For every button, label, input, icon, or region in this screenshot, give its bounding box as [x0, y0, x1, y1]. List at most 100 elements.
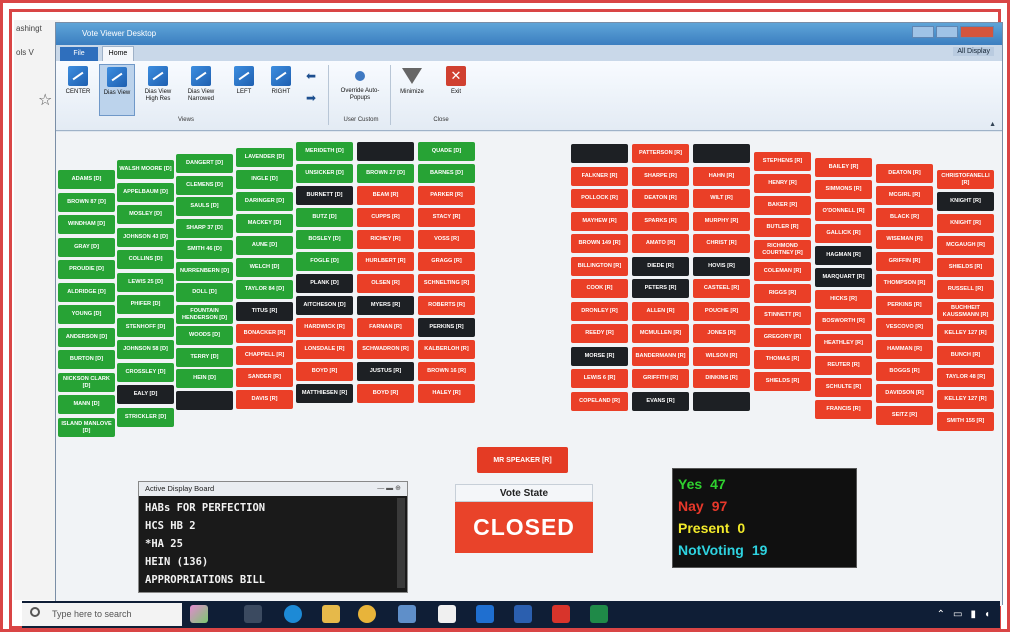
- seat[interactable]: PERKINS [R]: [418, 318, 475, 337]
- seat[interactable]: MARQUART [R]: [815, 268, 872, 287]
- seat[interactable]: VESCOVO [R]: [876, 318, 933, 337]
- seat[interactable]: OLSEN [R]: [357, 274, 414, 293]
- seat[interactable]: GREGORY [R]: [754, 328, 811, 347]
- seat[interactable]: HICKS [R]: [815, 290, 872, 309]
- close-window-button[interactable]: [960, 26, 994, 38]
- seat[interactable]: UNSICKER [D]: [296, 164, 353, 183]
- seat[interactable]: FRANCIS [R]: [815, 400, 872, 419]
- seat[interactable]: HOVIS [R]: [693, 257, 750, 276]
- seat[interactable]: REUTER [R]: [815, 356, 872, 375]
- seat[interactable]: SHARP 37 [D]: [176, 219, 233, 238]
- seat[interactable]: SHARPE [R]: [632, 167, 689, 186]
- seat[interactable]: FALKNER [R]: [571, 167, 628, 186]
- seat[interactable]: BOSLEY [D]: [296, 230, 353, 249]
- seat[interactable]: PATTERSON [R]: [632, 144, 689, 163]
- seat[interactable]: STACY [R]: [418, 208, 475, 227]
- seat[interactable]: SCHWADRON [R]: [357, 340, 414, 359]
- file-explorer-icon[interactable]: [322, 605, 340, 623]
- seat[interactable]: SHIELDS [R]: [937, 258, 994, 277]
- seat[interactable]: GRIFFITH [R]: [632, 369, 689, 388]
- seat[interactable]: ALLEN [R]: [632, 302, 689, 321]
- seat[interactable]: PARKER [R]: [418, 186, 475, 205]
- seat[interactable]: HEATHLEY [R]: [815, 334, 872, 353]
- notepad-icon[interactable]: [438, 605, 456, 623]
- seat[interactable]: DEATON [R]: [876, 164, 933, 183]
- seat[interactable]: GALLICK [R]: [815, 224, 872, 243]
- seat[interactable]: BUTZ [D]: [296, 208, 353, 227]
- seat[interactable]: COLLINS [D]: [117, 250, 174, 269]
- seat[interactable]: BURTON [D]: [58, 350, 115, 369]
- network-icon[interactable]: ▭: [953, 609, 962, 620]
- seat[interactable]: DAVIDSON [R]: [876, 384, 933, 403]
- seat[interactable]: STINNETT [R]: [754, 306, 811, 325]
- seat[interactable]: SMITH 155 [R]: [937, 412, 994, 431]
- chevron-up-icon[interactable]: ⌃: [937, 609, 945, 620]
- seat[interactable]: BROWN 16 [R]: [418, 362, 475, 381]
- seat[interactable]: MOSLEY [D]: [117, 205, 174, 224]
- seat[interactable]: TAYLOR 48 [R]: [937, 368, 994, 387]
- seat[interactable]: BUTLER [R]: [754, 218, 811, 237]
- seat[interactable]: HARDWICK [R]: [296, 318, 353, 337]
- seat[interactable]: [693, 144, 750, 163]
- seat[interactable]: PERKINS [R]: [876, 296, 933, 315]
- seat[interactable]: FOUNTAIN HENDERSON [D]: [176, 305, 233, 324]
- seat[interactable]: CHRISTOFANELLI [R]: [937, 170, 994, 189]
- seat[interactable]: COPELAND [R]: [571, 392, 628, 411]
- seat[interactable]: LAVENDER [D]: [236, 148, 293, 167]
- seat[interactable]: HENRY [R]: [754, 174, 811, 193]
- seat[interactable]: BEAM [R]: [357, 186, 414, 205]
- volume-icon[interactable]: ◖: [984, 609, 990, 620]
- seat[interactable]: LEWIS 25 [D]: [117, 273, 174, 292]
- seat[interactable]: CASTEEL [R]: [693, 279, 750, 298]
- seat[interactable]: DOLL [D]: [176, 283, 233, 302]
- seat[interactable]: DEATON [R]: [632, 189, 689, 208]
- seat[interactable]: QUADE [D]: [418, 142, 475, 161]
- seat[interactable]: GRAY [D]: [58, 238, 115, 257]
- seat[interactable]: TERRY [D]: [176, 348, 233, 367]
- seat[interactable]: HAHN [R]: [693, 167, 750, 186]
- seat[interactable]: BOYD [R]: [296, 362, 353, 381]
- seat[interactable]: BOYD [R]: [357, 384, 414, 403]
- tab-home[interactable]: Home: [102, 46, 134, 61]
- seat[interactable]: CUPPS [R]: [357, 208, 414, 227]
- seat[interactable]: MACKEY [D]: [236, 214, 293, 233]
- seat[interactable]: TAYLOR 84 [D]: [236, 280, 293, 299]
- seat[interactable]: THOMPSON [R]: [876, 274, 933, 293]
- seat[interactable]: BONACKER [R]: [236, 324, 293, 343]
- seat[interactable]: BOGGS [R]: [876, 362, 933, 381]
- speaker-seat[interactable]: MR SPEAKER [R]: [477, 447, 568, 473]
- seat[interactable]: BARNES [D]: [418, 164, 475, 183]
- seat[interactable]: MCMULLEN [R]: [632, 324, 689, 343]
- seat[interactable]: SIMMONS [R]: [815, 180, 872, 199]
- seat[interactable]: BILLINGTON [R]: [571, 257, 628, 276]
- seat[interactable]: PROUDIE [D]: [58, 260, 115, 279]
- seat[interactable]: SPARKS [R]: [632, 212, 689, 231]
- seat[interactable]: POUCHE [R]: [693, 302, 750, 321]
- seat[interactable]: JONES [R]: [693, 324, 750, 343]
- tab-file[interactable]: File: [60, 47, 98, 61]
- seat[interactable]: AUNE [D]: [236, 236, 293, 255]
- seat[interactable]: KELLEY 127 [R]: [937, 324, 994, 343]
- seat[interactable]: MCGIRL [R]: [876, 186, 933, 205]
- seat[interactable]: MCGAUGH [R]: [937, 236, 994, 255]
- seat[interactable]: COOK [R]: [571, 279, 628, 298]
- seat[interactable]: MERIDETH [D]: [296, 142, 353, 161]
- seat[interactable]: RICHEY [R]: [357, 230, 414, 249]
- maximize-window-button[interactable]: [936, 26, 958, 38]
- seat[interactable]: POLLOCK [R]: [571, 189, 628, 208]
- minimize-window-button[interactable]: [912, 26, 934, 38]
- seat[interactable]: JOHNSON 43 [D]: [117, 228, 174, 247]
- chrome-browser-icon[interactable]: [358, 605, 376, 623]
- seat[interactable]: RICHMOND COURTNEY [R]: [754, 240, 811, 259]
- seat[interactable]: DINKINS [R]: [693, 369, 750, 388]
- seat[interactable]: [357, 142, 414, 161]
- app-icon[interactable]: [190, 605, 208, 623]
- override-auto-popups-button[interactable]: Override Auto-Popups: [338, 64, 382, 116]
- seat[interactable]: JOHNSON 58 [D]: [117, 340, 174, 359]
- seat[interactable]: SEITZ [R]: [876, 406, 933, 425]
- seat[interactable]: SHIELDS [R]: [754, 372, 811, 391]
- seat[interactable]: PHIFER [D]: [117, 295, 174, 314]
- seat[interactable]: BROWN 27 [D]: [357, 164, 414, 183]
- exit-button[interactable]: ✕ Exit: [438, 64, 474, 116]
- seat[interactable]: RIGGS [R]: [754, 284, 811, 303]
